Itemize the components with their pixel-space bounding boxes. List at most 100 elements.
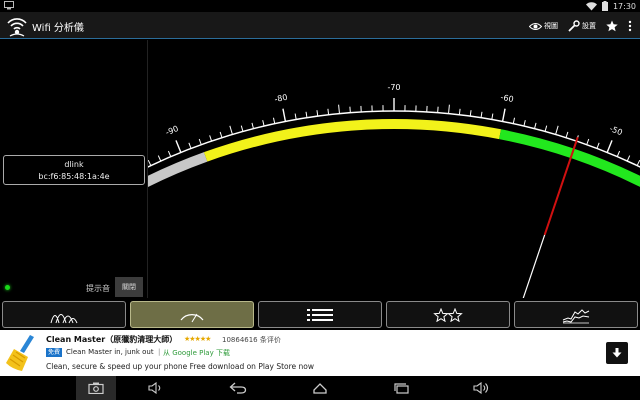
ad-rating-stars: ★★★★★ (184, 335, 211, 343)
gauge-tick (534, 122, 537, 129)
network-bssid: bc:f6:85:48:1a:4e (38, 172, 110, 181)
tab-signal-meter[interactable] (130, 301, 254, 328)
clean-master-broom-logo-icon (6, 335, 34, 371)
gauge-tick (448, 104, 450, 114)
gauge-tick (606, 140, 613, 153)
status-bar: 17:30 (0, 0, 640, 12)
gauge-tick (327, 108, 330, 115)
gauge-tick-label: -80 (274, 93, 289, 104)
tab-channel-rating[interactable] (386, 301, 510, 328)
volume-down-icon (148, 382, 161, 394)
ad-description: Clean, secure & speed up your phone Free… (46, 362, 315, 371)
gauge-tick (240, 125, 244, 132)
wifi-analyzer-logo-icon (7, 18, 27, 37)
favorite-button[interactable] (606, 16, 618, 36)
battery-icon (601, 1, 608, 11)
sound-toggle-button[interactable]: 關閉 (115, 277, 143, 297)
channel-graph-icon (50, 313, 78, 323)
gauge-tick (294, 113, 297, 120)
gauge-tick (544, 125, 548, 132)
ap-list-icon (307, 308, 333, 321)
gauge-tick (512, 117, 516, 124)
back-icon (229, 382, 247, 394)
ad-download-button[interactable] (606, 342, 628, 364)
gauge-tick (188, 142, 192, 149)
gauge-tick (167, 150, 172, 157)
gauge-tick (209, 135, 213, 142)
gauge-needle-inner (522, 234, 546, 298)
wrench-icon (568, 20, 580, 32)
time-graph-icon (562, 308, 590, 323)
ad-banner[interactable]: Clean Master（原獵豹清理大師） ★★★★★ 10864616 条评价… (0, 330, 640, 376)
notification-icon (4, 1, 14, 10)
download-icon (612, 348, 622, 358)
recents-button[interactable] (382, 376, 422, 400)
gauge-tick (338, 104, 340, 114)
ad-free-badge: 免費 (46, 348, 63, 357)
gauge-tick (175, 140, 182, 153)
network-ssid: dlink (64, 160, 84, 169)
ad-review-count: 10864616 条评价 (222, 336, 281, 344)
ad-title: Clean Master（原獵豹清理大師） (46, 335, 178, 344)
gauge-tick-label: -50 (608, 124, 623, 137)
volume-down-button[interactable] (136, 376, 176, 400)
gauge-tick (596, 142, 600, 149)
view-label: 視圖 (544, 22, 558, 30)
volume-up-icon (473, 382, 489, 394)
ad-store-link[interactable]: 从 Google Play 下载 (163, 348, 230, 358)
star-icon (606, 20, 618, 32)
gauge-band-2 (499, 129, 640, 188)
gauge-tick-label: -70 (387, 83, 400, 92)
screenshot-icon (88, 382, 104, 394)
home-icon (313, 383, 327, 394)
more-vert-icon (628, 20, 632, 32)
gauge-tick (586, 138, 590, 145)
action-bar: Wifi 分析儀 視圖 設置 (0, 12, 640, 39)
navigation-bar (0, 376, 640, 400)
screenshot-button[interactable] (76, 376, 116, 400)
wifi-icon (585, 1, 597, 10)
gauge-tick (305, 111, 308, 118)
gauge-tick (616, 150, 621, 157)
back-button[interactable] (218, 376, 258, 400)
gauge-tick (469, 110, 472, 117)
gauge-tick (636, 159, 640, 166)
gauge-tick (480, 111, 483, 118)
gauge-tick (148, 159, 152, 166)
gauge-tick (251, 122, 254, 129)
gauge-tick (501, 108, 506, 122)
gauge-tick (626, 155, 631, 162)
tab-ap-list[interactable] (258, 301, 382, 328)
settings-button[interactable]: 設置 (568, 16, 596, 36)
clock: 17:30 (612, 1, 636, 11)
overflow-menu-button[interactable] (628, 16, 632, 36)
gauge-tick (272, 117, 276, 124)
gauge-tick (523, 120, 526, 127)
settings-label: 設置 (582, 22, 596, 30)
gauge-tick (458, 108, 461, 115)
network-selector[interactable]: dlink bc:f6:85:48:1a:4e (3, 155, 145, 185)
recents-icon (394, 383, 409, 394)
gauge-tick (565, 131, 569, 138)
sound-label: 提示音 (86, 284, 110, 293)
eye-icon (529, 22, 542, 30)
gauge-tick (316, 110, 319, 117)
home-button[interactable] (300, 376, 340, 400)
gauge-tick-label: -60 (500, 93, 515, 104)
tab-time-graph[interactable] (514, 301, 638, 328)
gauge-tick-label: -90 (164, 124, 179, 137)
ad-separator: | (158, 348, 161, 356)
left-panel: dlink bc:f6:85:48:1a:4e 提示音 關閉 (0, 40, 148, 298)
gauge-band-0 (148, 152, 208, 188)
tab-channel-graph[interactable] (2, 301, 126, 328)
gauge-tick (157, 155, 162, 162)
ad-subtitle: Clean Master in, junk out (66, 348, 154, 356)
gauge-needle (522, 136, 579, 298)
gauge-tick (491, 113, 494, 120)
gauge-tick (282, 108, 287, 122)
view-button[interactable]: 視圖 (529, 16, 558, 36)
view-tabs (0, 301, 640, 329)
volume-up-button[interactable] (462, 376, 502, 400)
gauge-tick (229, 125, 233, 135)
signal-meter: -100-90-80-70-60-50-40 dBm (148, 83, 640, 298)
